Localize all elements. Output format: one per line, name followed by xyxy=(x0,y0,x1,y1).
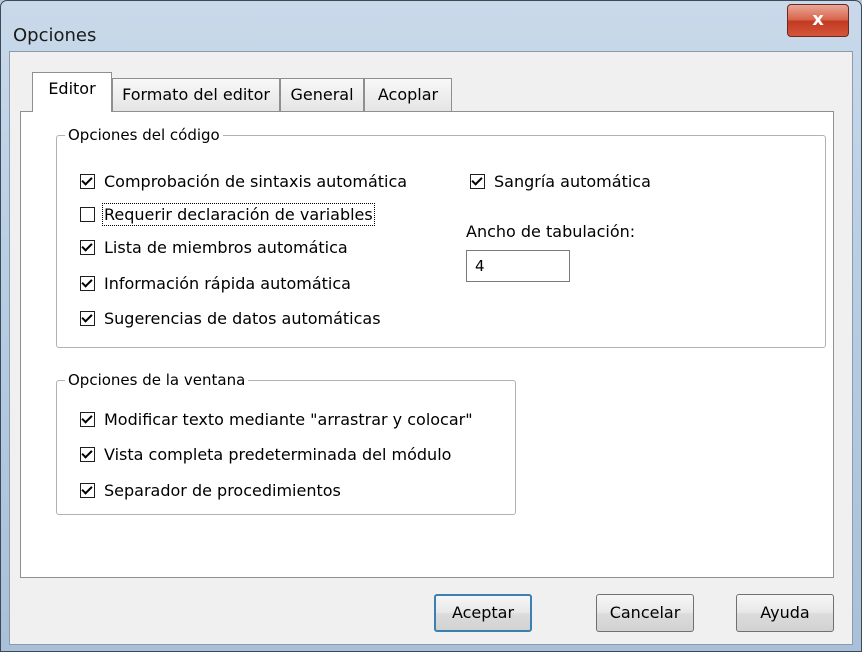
code-options-legend: Opciones del código xyxy=(68,126,220,144)
checkbox-box[interactable] xyxy=(470,174,485,189)
cancel-button[interactable]: Cancelar xyxy=(596,594,694,632)
checkbox-label: Lista de miembros automática xyxy=(104,238,348,257)
title-bar[interactable]: Opciones x xyxy=(1,1,861,51)
window-options-legend: Opciones de la ventana xyxy=(68,371,246,389)
tab-formato-del-editor[interactable]: Formato del editor xyxy=(112,78,280,112)
close-button[interactable]: x xyxy=(787,4,849,37)
checkbox-box[interactable] xyxy=(80,483,95,498)
checkbox-box[interactable] xyxy=(80,240,95,255)
checkbox-procedure-separator[interactable]: Separador de procedimientos xyxy=(80,481,341,500)
checkbox-drag-and-drop[interactable]: Modificar texto mediante "arrastrar y co… xyxy=(80,410,473,429)
checkbox-require-variable-declaration[interactable]: Requerir declaración de variables xyxy=(80,203,375,226)
checkbox-label: Sangría automática xyxy=(494,172,651,191)
checkbox-data-tips[interactable]: Sugerencias de datos automáticas xyxy=(80,309,381,328)
checkbox-label: Vista completa predeterminada del módulo xyxy=(104,445,452,464)
checkbox-label: Sugerencias de datos automáticas xyxy=(104,309,381,328)
checkbox-label: Modificar texto mediante "arrastrar y co… xyxy=(104,410,473,429)
checkbox-label: Requerir declaración de variables xyxy=(102,203,375,226)
checkbox-box[interactable] xyxy=(80,311,95,326)
checkbox-label: Separador de procedimientos xyxy=(104,481,341,500)
checkbox-box[interactable] xyxy=(80,174,95,189)
checkbox-box[interactable] xyxy=(80,447,95,462)
checkbox-box[interactable] xyxy=(80,412,95,427)
checkbox-label: Comprobación de sintaxis automática xyxy=(104,172,408,191)
tab-width-input[interactable] xyxy=(466,250,570,282)
checkbox-syntax-check[interactable]: Comprobación de sintaxis automática xyxy=(80,172,407,191)
checkbox-label: Información rápida automática xyxy=(104,274,351,293)
close-icon: x xyxy=(812,9,824,30)
help-button[interactable]: Ayuda xyxy=(736,594,834,632)
checkbox-quick-info[interactable]: Información rápida automática xyxy=(80,274,351,293)
tab-acoplar[interactable]: Acoplar xyxy=(364,78,452,112)
checkbox-auto-indent[interactable]: Sangría automática xyxy=(470,172,651,191)
checkbox-full-module-view[interactable]: Vista completa predeterminada del módulo xyxy=(80,445,451,464)
ok-button[interactable]: Aceptar xyxy=(434,594,532,632)
tab-width-label: Ancho de tabulación: xyxy=(466,222,636,241)
checkbox-member-list[interactable]: Lista de miembros automática xyxy=(80,238,348,257)
checkbox-box[interactable] xyxy=(80,276,95,291)
window-title: Opciones xyxy=(13,25,97,46)
tab-general[interactable]: General xyxy=(280,78,364,112)
tab-editor[interactable]: Editor xyxy=(32,72,112,112)
checkbox-box[interactable] xyxy=(80,207,95,222)
